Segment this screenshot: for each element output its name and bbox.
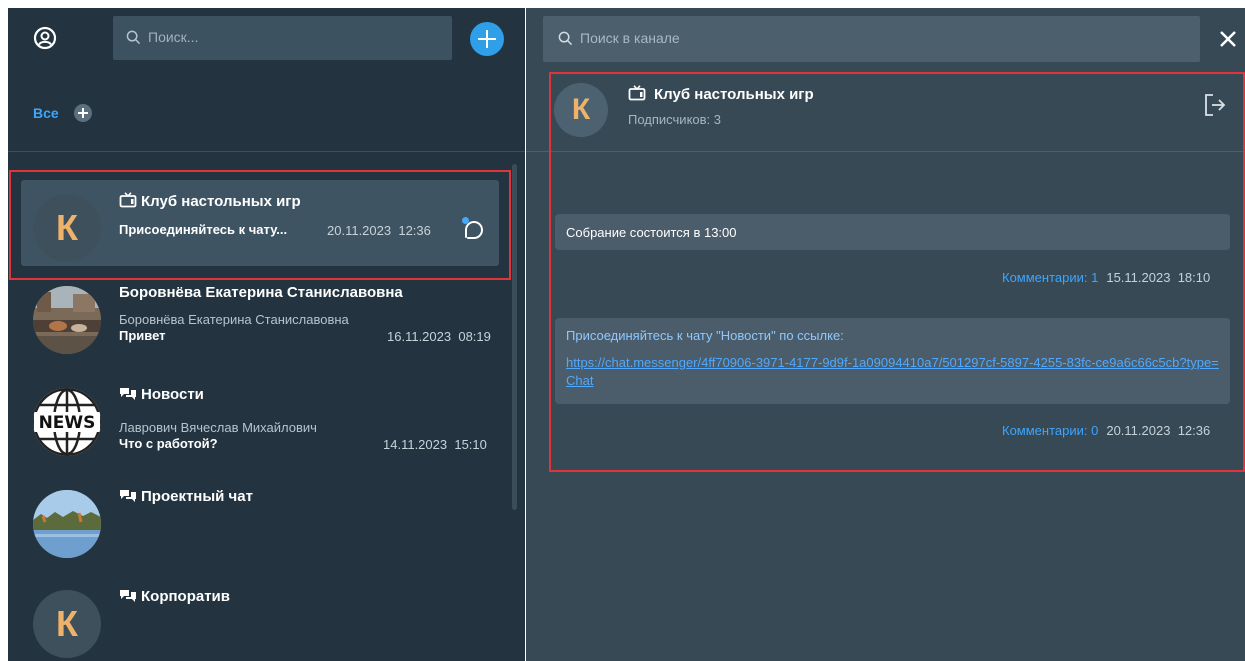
add-filter-button[interactable] xyxy=(74,104,92,122)
last-message-sender: Лаврович Вячеслав Михайлович xyxy=(119,420,317,435)
add-chat-button[interactable] xyxy=(470,22,504,56)
chat-list-panel: Поиск... Все К Клуб настольных игр Присо… xyxy=(8,8,525,661)
search-placeholder: Поиск в канале xyxy=(580,30,680,46)
chat-title: Корпоратив xyxy=(119,588,230,605)
search-icon xyxy=(558,31,573,46)
group-chat-icon xyxy=(120,490,136,502)
channel-search-input[interactable]: Поиск в канале xyxy=(543,16,1200,62)
chat-title: Проектный чат xyxy=(119,488,253,505)
group-chat-icon xyxy=(120,590,136,602)
search-placeholder: Поиск... xyxy=(148,29,199,45)
chat-title: Боровнёва Екатерина Станиславовна xyxy=(119,284,403,301)
chat-search-input[interactable]: Поиск... xyxy=(113,16,452,60)
last-message: Что с работой? xyxy=(119,436,218,451)
chat-filter-bar: Все xyxy=(8,70,525,152)
filter-tab-all[interactable]: Все xyxy=(33,105,59,121)
highlight-frame xyxy=(549,72,1245,472)
chat-item-news[interactable]: NEWS Новости Лаврович Вячеслав Михайлови… xyxy=(21,374,499,460)
chat-item-project[interactable]: Проектный чат xyxy=(21,476,499,562)
avatar: NEWS xyxy=(33,388,101,456)
avatar xyxy=(33,286,101,354)
group-chat-icon xyxy=(120,388,136,400)
message-date: 14.11.2023 15:10 xyxy=(383,437,487,452)
close-icon[interactable] xyxy=(1215,26,1241,52)
last-message: Привет xyxy=(119,328,166,343)
last-message-sender: Боровнёва Екатерина Станиславовна xyxy=(119,312,349,327)
chat-title: Новости xyxy=(119,386,204,403)
chat-item-corporate[interactable]: К Корпоратив xyxy=(21,576,499,661)
messenger-app: Поиск... Все К Клуб настольных игр Присо… xyxy=(0,0,1245,661)
search-icon xyxy=(126,30,141,45)
message-date: 16.11.2023 08:19 xyxy=(387,329,491,344)
avatar xyxy=(33,490,101,558)
highlight-frame xyxy=(9,170,511,280)
chat-item-borovneva[interactable]: Боровнёва Екатерина Станиславовна Боровн… xyxy=(21,272,499,358)
svg-text:NEWS: NEWS xyxy=(39,413,96,433)
chat-list-scrollbar[interactable] xyxy=(512,164,517,510)
profile-icon[interactable] xyxy=(33,26,57,50)
avatar: К xyxy=(33,590,101,658)
